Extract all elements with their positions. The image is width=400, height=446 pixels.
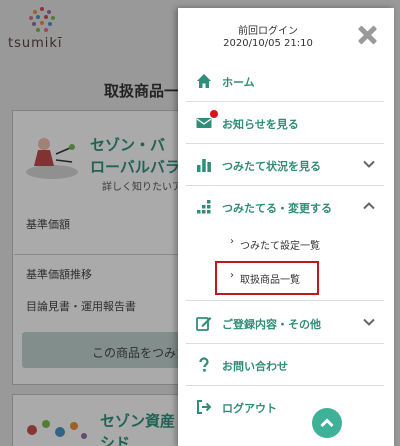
menu-label-registration: ご登録内容・その他	[222, 318, 321, 331]
bar-chart-icon	[197, 159, 211, 172]
last-login-time: 2020/10/05 21:10	[223, 38, 313, 49]
notification-badge	[210, 110, 218, 118]
menu-item-registration[interactable]: ご登録内容・その他	[186, 302, 384, 344]
menu-label-change: つみたてる・変更する	[222, 202, 332, 215]
menu-label-logout: ログアウト	[222, 402, 277, 415]
last-login-label: 前回ログイン	[238, 26, 298, 37]
question-icon	[199, 357, 209, 372]
chevron-down-icon	[363, 318, 375, 326]
menu-item-logout[interactable]: ログアウト	[186, 386, 384, 428]
chevron-up-icon	[320, 418, 334, 428]
menu-label-inquiry: お問い合わせ	[222, 360, 288, 373]
menu-item-status[interactable]: つみたて状況を見る	[186, 144, 384, 186]
home-icon	[197, 74, 211, 88]
chevron-right-icon: ›	[230, 236, 234, 247]
close-icon[interactable]	[356, 24, 378, 46]
stairs-chart-icon	[197, 200, 211, 214]
submenu-label-settings-list: つみたて設定一覧	[240, 241, 320, 252]
menu-label-home: ホーム	[222, 76, 255, 89]
menu-item-inquiry[interactable]: お問い合わせ	[186, 344, 384, 386]
logout-icon	[197, 400, 212, 414]
edit-icon	[196, 317, 212, 331]
scroll-to-top-button[interactable]	[312, 408, 342, 438]
submenu-item-settings-list[interactable]: › つみたて設定一覧	[222, 230, 372, 256]
divider	[186, 300, 384, 301]
menu-label-news: お知らせを見る	[222, 118, 299, 131]
chevron-up-icon	[363, 202, 375, 210]
mail-icon	[196, 118, 212, 128]
menu-item-home[interactable]: ホーム	[186, 60, 384, 102]
navigation-drawer: 前回ログイン 2020/10/05 21:10 ホーム お知らせを見る つみたて…	[178, 8, 394, 446]
highlight-box	[215, 261, 319, 295]
menu-item-news[interactable]: お知らせを見る	[186, 102, 384, 144]
chevron-down-icon	[363, 160, 375, 168]
menu-item-change[interactable]: つみたてる・変更する	[186, 186, 384, 228]
menu-label-status: つみたて状況を見る	[222, 160, 321, 173]
